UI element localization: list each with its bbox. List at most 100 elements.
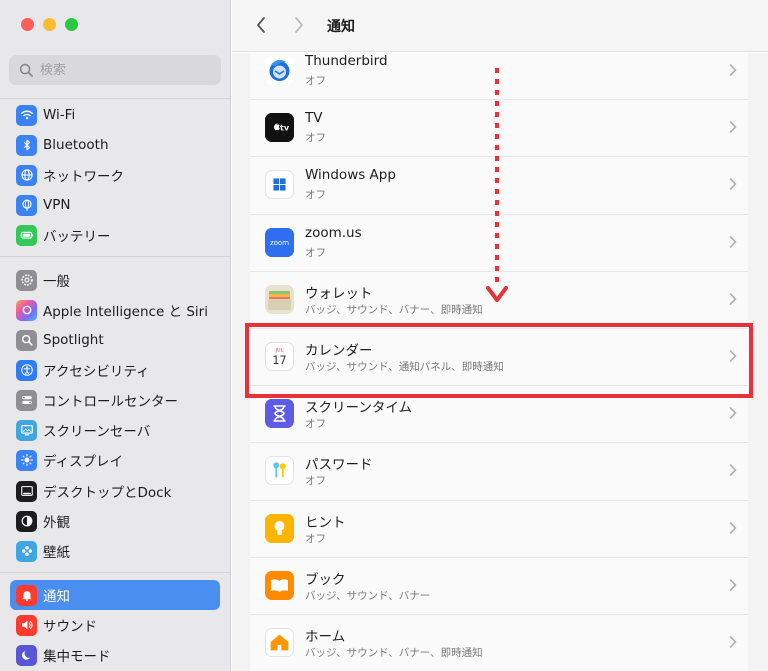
sidebar-item-sound[interactable]: サウンド <box>10 611 220 639</box>
sidebar-item-accessibility[interactable]: アクセシビリティ <box>10 356 220 384</box>
sidebar-item-label: スクリーンセーバ <box>43 424 151 440</box>
app-row-tips[interactable]: ヒント オフ <box>250 501 748 558</box>
sidebar-divider <box>0 256 231 257</box>
sidebar-item-label: Wi-Fi <box>43 107 76 123</box>
search-field[interactable] <box>9 55 221 85</box>
windows-icon <box>265 170 294 200</box>
sidebar-item-bluetooth[interactable]: Bluetooth <box>10 131 220 159</box>
chevron-right-icon <box>729 292 737 305</box>
chevron-right-icon <box>729 521 737 534</box>
chevron-right-icon <box>729 235 737 248</box>
search-input[interactable] <box>40 62 210 78</box>
chevron-right-icon <box>729 121 737 133</box>
sidebar-item-label: ネットワーク <box>43 169 124 185</box>
vpn-globe-icon <box>16 194 37 216</box>
apple-tv-icon: tv <box>265 113 294 143</box>
app-name: パスワード <box>305 457 373 474</box>
toggles-icon <box>16 389 37 411</box>
sidebar-item-desktop-dock[interactable]: デスクトップとDock <box>10 477 220 505</box>
sidebar-item-label: 一般 <box>43 274 70 290</box>
sidebar-item-apple-intelligence[interactable]: Apple Intelligence と Siri <box>10 296 220 324</box>
keys-icon <box>265 456 294 486</box>
sidebar-item-battery[interactable]: バッテリー <box>10 221 220 249</box>
siri-icon <box>16 299 37 321</box>
sidebar-item-control-center[interactable]: コントロールセンター <box>10 386 220 414</box>
bluetooth-icon <box>16 134 37 156</box>
sidebar-item-notifications[interactable]: 通知 <box>10 580 220 610</box>
wallet-icon <box>265 284 294 314</box>
appearance-icon <box>16 510 37 532</box>
zoom-icon: zoom <box>265 227 294 257</box>
app-name: Windows App <box>305 167 396 184</box>
app-notification-status: バッジ、サウンド、バナー、即時通知 <box>305 303 483 316</box>
battery-icon <box>16 224 37 246</box>
forward-button[interactable] <box>288 14 310 36</box>
chevron-right-icon <box>729 636 737 648</box>
magnifier-icon <box>16 329 37 351</box>
app-notification-status: バッジ、サウンド、バナー <box>305 589 431 602</box>
sun-icon <box>16 449 37 471</box>
close-window-button[interactable] <box>21 18 34 31</box>
sidebar-item-label: Spotlight <box>43 332 104 348</box>
app-notification-status: オフ <box>305 532 326 545</box>
app-notification-status: オフ <box>305 132 326 145</box>
chevron-right-icon <box>729 578 737 591</box>
app-name: ブック <box>305 571 346 588</box>
moon-icon <box>16 644 37 666</box>
sidebar: Wi-Fi Bluetooth ネットワーク VPN バッテリー 一般 Appl… <box>0 0 231 671</box>
dock-icon <box>16 480 37 502</box>
sidebar-item-general[interactable]: 一般 <box>10 266 220 294</box>
app-name: ウォレット <box>305 285 373 302</box>
book-icon <box>265 570 294 600</box>
app-row-home[interactable]: ホーム バッジ、サウンド、バナー、即時通知 <box>250 615 748 671</box>
sidebar-item-label: サウンド <box>43 619 97 635</box>
app-notification-status: オフ <box>305 418 326 431</box>
sidebar-item-vpn[interactable]: VPN <box>10 191 220 219</box>
chevron-right-icon <box>729 407 737 419</box>
sidebar-item-focus[interactable]: 集中モード <box>10 641 220 669</box>
page-title: 通知 <box>327 19 355 35</box>
thunderbird-icon <box>265 56 294 85</box>
sidebar-item-appearance[interactable]: 外観 <box>10 507 220 535</box>
dotted-arrow-down-icon <box>486 68 508 302</box>
chevron-right-icon <box>729 64 737 76</box>
sidebar-item-network[interactable]: ネットワーク <box>10 161 220 189</box>
sidebar-item-label: Bluetooth <box>43 137 109 153</box>
minimize-window-button[interactable] <box>43 18 56 31</box>
sidebar-item-label: ディスプレイ <box>43 454 124 470</box>
sidebar-item-spotlight[interactable]: Spotlight <box>10 326 220 354</box>
zoom-window-button[interactable] <box>65 18 78 31</box>
sidebar-item-label: VPN <box>43 197 71 213</box>
hourglass-icon <box>265 399 294 429</box>
chevron-right-icon <box>295 17 303 33</box>
sidebar-item-label: デスクトップとDock <box>43 485 172 501</box>
sidebar-item-wifi[interactable]: Wi-Fi <box>10 101 220 129</box>
app-notification-status: バッジ、サウンド、バナー、即時通知 <box>305 646 483 659</box>
lightbulb-icon <box>265 513 294 543</box>
sidebar-divider <box>0 572 231 573</box>
accessibility-icon <box>16 359 37 381</box>
sidebar-item-display[interactable]: ディスプレイ <box>10 446 220 474</box>
app-notification-status: オフ <box>305 475 326 488</box>
sidebar-item-label: 集中モード <box>43 649 111 665</box>
app-name: ヒント <box>305 514 346 531</box>
speaker-icon <box>16 614 37 636</box>
flower-icon <box>16 540 37 562</box>
calendar-highlight-box <box>245 323 753 398</box>
app-name: zoom.us <box>305 224 362 241</box>
window-controls <box>21 18 78 31</box>
app-name: Thunderbird <box>305 53 388 69</box>
app-name: TV <box>305 110 323 127</box>
sidebar-item-label: コントロールセンター <box>43 394 178 410</box>
sidebar-item-screensaver[interactable]: スクリーンセーバ <box>10 416 220 444</box>
search-icon <box>19 63 33 77</box>
app-row-passwords[interactable]: パスワード オフ <box>250 443 748 501</box>
app-notification-status: オフ <box>305 246 326 259</box>
app-row-books[interactable]: ブック バッジ、サウンド、バナー <box>250 558 748 615</box>
app-name: スクリーンタイム <box>305 400 413 417</box>
svg-text:tv: tv <box>280 124 290 133</box>
app-notification-status: オフ <box>305 75 326 87</box>
sidebar-item-wallpaper[interactable]: 壁紙 <box>10 537 220 565</box>
sidebar-divider <box>0 98 231 99</box>
back-button[interactable] <box>250 14 272 36</box>
